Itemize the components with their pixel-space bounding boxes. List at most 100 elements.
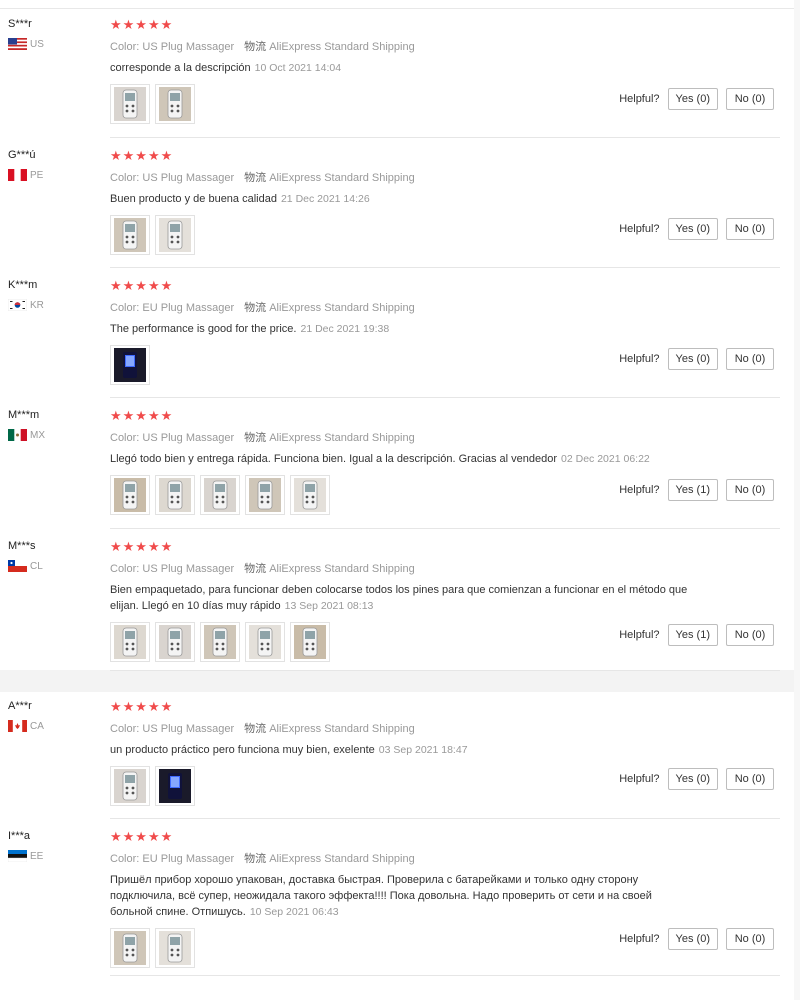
color-label: Color: [110,723,140,735]
helpful-no-button[interactable]: No (0) [726,928,774,950]
shipping-value: AliExpress Standard Shipping [269,302,415,314]
review-photo-thumbnail[interactable] [200,475,240,515]
review-content: Llegó todo bien y entrega rápida. Funcio… [110,453,558,465]
helpful-yes-button[interactable]: Yes (0) [667,768,718,790]
country-flag-icon [8,169,27,181]
review-text: Buen producto y de buena calidad 21 Dec 2… [110,191,670,207]
review-photo-thumbnail[interactable] [110,475,150,515]
country-code: CL [30,560,43,572]
review-text: Bien empaquetado, para funcionar deben c… [110,582,710,614]
scrollbar-track[interactable] [794,0,800,1000]
top-divider [0,8,800,9]
review-meta: Color: US Plug Massager 物流 AliExpress Sta… [110,171,776,185]
review-text: The performance is good for the price. 21… [110,321,670,337]
review-photo-thumbnail[interactable] [290,622,330,662]
reviewer-name: A***r [8,700,32,712]
review-date: 03 Sep 2021 18:47 [378,744,468,756]
shipping-value: AliExpress Standard Shipping [269,432,415,444]
helpful-yes-button[interactable]: Yes (0) [667,928,718,950]
shipping-label: 物流 [244,172,267,184]
review-photo-thumbnail[interactable] [110,622,150,662]
color-label: Color: [110,41,140,53]
review-photo-thumbnail[interactable] [155,84,195,124]
shipping-value: AliExpress Standard Shipping [269,723,415,735]
helpful-label: Helpful? [619,223,660,235]
country-code: EE [30,850,44,862]
reviewer-country: KR [8,299,44,311]
reviewer-country: CL [8,560,43,572]
star-rating: ★★★★★ [110,539,174,554]
review-divider [110,528,780,529]
helpful-label: Helpful? [619,93,660,105]
review-date: 02 Dec 2021 06:22 [561,453,650,465]
helpful-vote: Helpful? Yes (0) No (0) [619,218,774,240]
review-divider [110,267,780,268]
country-flag-icon [8,38,27,50]
reviewer-name: M***m [8,409,40,421]
star-rating: ★★★★★ [110,408,174,423]
helpful-vote: Helpful? Yes (1) No (0) [619,624,774,646]
helpful-yes-button[interactable]: Yes (1) [667,624,718,646]
shipping-label: 物流 [244,853,267,865]
review-photo-thumbnail[interactable] [245,622,285,662]
color-value: US Plug Massager [142,563,235,575]
helpful-vote: Helpful? Yes (0) No (0) [619,88,774,110]
country-code: CA [30,720,44,732]
helpful-no-button[interactable]: No (0) [726,88,774,110]
helpful-no-button[interactable]: No (0) [726,479,774,501]
review-photo-thumbnail[interactable] [155,766,195,806]
reviewer-name: G***ú [8,149,36,161]
country-flag-icon [8,299,27,311]
helpful-label: Helpful? [619,773,660,785]
review-divider [110,818,780,819]
review-meta: Color: US Plug Massager 物流 AliExpress Sta… [110,40,776,54]
reviewer-country: CA [8,720,44,732]
color-label: Color: [110,302,140,314]
helpful-no-button[interactable]: No (0) [726,348,774,370]
helpful-yes-button[interactable]: Yes (0) [667,88,718,110]
review-photo-thumbnail[interactable] [110,215,150,255]
helpful-no-button[interactable]: No (0) [726,768,774,790]
review-photo-thumbnail[interactable] [110,84,150,124]
review-photo-thumbnail[interactable] [245,475,285,515]
review-content: Пришёл прибор хорошо упакован, доставка … [110,874,652,918]
country-code: KR [30,299,44,311]
review-photo-thumbnail[interactable] [155,215,195,255]
helpful-no-button[interactable]: No (0) [726,218,774,240]
country-flag-icon [8,429,27,441]
reviewer-name: M***s [8,540,36,552]
review-date: 21 Dec 2021 14:26 [280,193,370,205]
shipping-value: AliExpress Standard Shipping [269,172,415,184]
review-photo-thumbnail[interactable] [110,766,150,806]
helpful-yes-button[interactable]: Yes (0) [667,218,718,240]
shipping-label: 物流 [244,41,267,53]
color-label: Color: [110,563,140,575]
review-photo-thumbnail[interactable] [155,928,195,968]
star-rating: ★★★★★ [110,699,174,714]
helpful-no-button[interactable]: No (0) [726,624,774,646]
star-rating: ★★★★★ [110,278,174,293]
review-divider [110,137,780,138]
star-rating: ★★★★★ [110,17,174,32]
color-label: Color: [110,432,140,444]
review-divider [110,975,780,976]
review-photo-thumbnail[interactable] [110,345,150,385]
color-label: Color: [110,172,140,184]
review-photo-thumbnail[interactable] [200,622,240,662]
color-value: US Plug Massager [142,41,235,53]
helpful-yes-button[interactable]: Yes (1) [667,479,718,501]
helpful-vote: Helpful? Yes (0) No (0) [619,768,774,790]
helpful-label: Helpful? [619,933,660,945]
review-photo-thumbnail[interactable] [110,928,150,968]
shipping-value: AliExpress Standard Shipping [269,563,415,575]
reviewer-country: MX [8,429,45,441]
review-date: 10 Oct 2021 14:04 [254,62,342,74]
reviewer-country: PE [8,169,43,181]
review-text: Пришёл прибор хорошо упакован, доставка … [110,872,670,920]
review-photo-thumbnail[interactable] [290,475,330,515]
review-photo-thumbnail[interactable] [155,475,195,515]
helpful-yes-button[interactable]: Yes (0) [667,348,718,370]
reviewer-name: I***a [8,830,31,842]
review-content: Buen producto y de buena calidad [110,193,277,205]
review-photo-thumbnail[interactable] [155,622,195,662]
